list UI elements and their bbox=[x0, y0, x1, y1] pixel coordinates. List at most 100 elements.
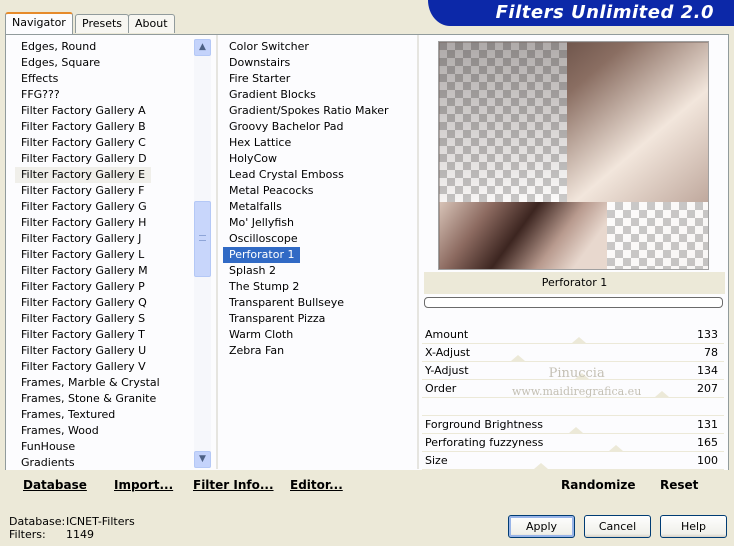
filter-item[interactable]: Groovy Bachelor Pad bbox=[223, 119, 419, 135]
filter-label: Perforator 1 bbox=[223, 247, 301, 263]
category-label: Effects bbox=[21, 72, 59, 85]
category-label: Filter Factory Gallery E bbox=[15, 167, 152, 183]
category-item[interactable]: Filter Factory Gallery U bbox=[15, 343, 195, 359]
category-item[interactable]: Gradients bbox=[15, 455, 195, 471]
category-item[interactable]: Filter Factory Gallery H bbox=[15, 215, 195, 231]
filter-list[interactable]: Color Switcher Downstairs Fire Starter Grad… bbox=[223, 39, 419, 359]
filter-item[interactable]: Splash 2 bbox=[223, 263, 419, 279]
category-item[interactable]: Filter Factory Gallery C bbox=[15, 135, 195, 151]
category-item[interactable]: Filter Factory Gallery F bbox=[15, 183, 195, 199]
category-item[interactable]: Filter Factory Gallery Q bbox=[15, 295, 195, 311]
scroll-up-button[interactable]: ▲ bbox=[194, 39, 211, 56]
param-value: 134 bbox=[697, 364, 718, 377]
database-link[interactable]: Database bbox=[23, 478, 87, 492]
category-item[interactable]: FFG??? bbox=[15, 87, 195, 103]
category-item[interactable]: Filter Factory Gallery M bbox=[15, 263, 195, 279]
category-item[interactable]: Filter Factory Gallery V bbox=[15, 359, 195, 375]
filter-item[interactable]: Transparent Bullseye bbox=[223, 295, 419, 311]
slider-knob[interactable] bbox=[571, 337, 586, 343]
category-label: Edges, Round bbox=[21, 40, 97, 53]
category-item[interactable]: Filter Factory Gallery J bbox=[15, 231, 195, 247]
filter-item[interactable]: Downstairs bbox=[223, 55, 419, 71]
scroll-thumb[interactable] bbox=[194, 201, 211, 277]
filter-item[interactable]: Gradient/Spokes Ratio Maker bbox=[223, 103, 419, 119]
category-item[interactable]: Filter Factory Gallery T bbox=[15, 327, 195, 343]
tab-about[interactable]: About bbox=[128, 14, 175, 33]
filter-item[interactable]: The Stump 2 bbox=[223, 279, 419, 295]
apply-button[interactable]: Apply bbox=[508, 515, 575, 538]
category-item[interactable]: Filter Factory Gallery E bbox=[15, 167, 195, 183]
category-label: Filter Factory Gallery M bbox=[21, 264, 148, 277]
filter-item[interactable]: Warm Cloth bbox=[223, 327, 419, 343]
param-value: 78 bbox=[704, 346, 718, 359]
filter-item[interactable]: HolyCow bbox=[223, 151, 419, 167]
slider-knob[interactable] bbox=[534, 463, 549, 469]
help-button[interactable]: Help bbox=[660, 515, 727, 538]
title-banner: Filters Unlimited 2.0 bbox=[428, 0, 734, 26]
category-item[interactable]: Effects bbox=[15, 71, 195, 87]
slider-knob[interactable] bbox=[511, 355, 526, 361]
filter-item[interactable]: Metalfalls bbox=[223, 199, 419, 215]
filter-item[interactable]: Hex Lattice bbox=[223, 135, 419, 151]
filter-label: Groovy Bachelor Pad bbox=[229, 120, 344, 133]
filter-label: Warm Cloth bbox=[229, 328, 294, 341]
category-item[interactable]: Filter Factory Gallery D bbox=[15, 151, 195, 167]
filter-item[interactable]: Perforator 1 bbox=[223, 247, 419, 263]
slider-knob[interactable] bbox=[609, 445, 624, 451]
category-item[interactable]: Filter Factory Gallery S bbox=[15, 311, 195, 327]
filter-label: The Stump 2 bbox=[229, 280, 300, 293]
preview-caption: Perforator 1 bbox=[424, 272, 725, 294]
param-slider[interactable]: Order 207 bbox=[422, 380, 724, 398]
param-slider[interactable]: Y-Adjust 134 bbox=[422, 362, 724, 380]
slider-knob[interactable] bbox=[568, 427, 583, 433]
category-item[interactable]: Filter Factory Gallery P bbox=[15, 279, 195, 295]
filter-item[interactable]: Mo' Jellyfish bbox=[223, 215, 419, 231]
cancel-button[interactable]: Cancel bbox=[584, 515, 651, 538]
filter-label: Oscilloscope bbox=[229, 232, 298, 245]
param-label: Size bbox=[425, 454, 448, 467]
filter-item[interactable]: Transparent Pizza bbox=[223, 311, 419, 327]
param-label: Amount bbox=[425, 328, 469, 341]
filter-item[interactable]: Fire Starter bbox=[223, 71, 419, 87]
category-item[interactable]: FunHouse bbox=[15, 439, 195, 455]
param-label: X-Adjust bbox=[425, 346, 471, 359]
filter-label: Splash 2 bbox=[229, 264, 276, 277]
category-item[interactable]: Frames, Wood bbox=[15, 423, 195, 439]
category-item[interactable]: Frames, Textured bbox=[15, 407, 195, 423]
slider-knob[interactable] bbox=[655, 391, 670, 397]
param-slider[interactable]: Amount 133 bbox=[422, 326, 724, 344]
filter-label: Color Switcher bbox=[229, 40, 309, 53]
category-item[interactable]: Frames, Marble & Crystal bbox=[15, 375, 195, 391]
slider-knob[interactable] bbox=[574, 373, 589, 379]
category-list[interactable]: Edges, Round Edges, Square Effects FFG??? Fi… bbox=[15, 39, 195, 471]
filter-info-link[interactable]: Filter Info... bbox=[193, 478, 274, 492]
scroll-down-button[interactable]: ▼ bbox=[194, 451, 211, 468]
import-link[interactable]: Import... bbox=[114, 478, 173, 492]
filter-item[interactable]: Oscilloscope bbox=[223, 231, 419, 247]
filter-item[interactable]: Lead Crystal Emboss bbox=[223, 167, 419, 183]
tab-presets[interactable]: Presets bbox=[75, 14, 130, 33]
randomize-button[interactable]: Randomize bbox=[561, 478, 635, 492]
param-slider[interactable]: Forground Brightness 131 bbox=[422, 416, 724, 434]
param-slider[interactable]: Perforating fuzzyness 165 bbox=[422, 434, 724, 452]
category-item[interactable]: Filter Factory Gallery B bbox=[15, 119, 195, 135]
filter-item[interactable]: Zebra Fan bbox=[223, 343, 419, 359]
filter-item[interactable]: Color Switcher bbox=[223, 39, 419, 55]
filter-label: Gradient/Spokes Ratio Maker bbox=[229, 104, 389, 117]
category-item[interactable]: Filter Factory Gallery L bbox=[15, 247, 195, 263]
category-item[interactable]: Frames, Stone & Granite bbox=[15, 391, 195, 407]
filter-item[interactable]: Gradient Blocks bbox=[223, 87, 419, 103]
reset-button[interactable]: Reset bbox=[660, 478, 698, 492]
category-item[interactable]: Edges, Round bbox=[15, 39, 195, 55]
param-slider[interactable]: Size 100 bbox=[422, 452, 724, 470]
filter-item[interactable]: Metal Peacocks bbox=[223, 183, 419, 199]
category-scrollbar[interactable]: ▲ ▼ bbox=[194, 39, 211, 468]
category-item[interactable]: Filter Factory Gallery G bbox=[15, 199, 195, 215]
editor-link[interactable]: Editor... bbox=[290, 478, 343, 492]
param-slider[interactable]: X-Adjust 78 bbox=[422, 344, 724, 362]
category-label: Frames, Textured bbox=[21, 408, 116, 421]
category-item[interactable]: Edges, Square bbox=[15, 55, 195, 71]
param-value: 207 bbox=[697, 382, 718, 395]
category-item[interactable]: Filter Factory Gallery A bbox=[15, 103, 195, 119]
tab-navigator[interactable]: Navigator bbox=[5, 12, 73, 34]
